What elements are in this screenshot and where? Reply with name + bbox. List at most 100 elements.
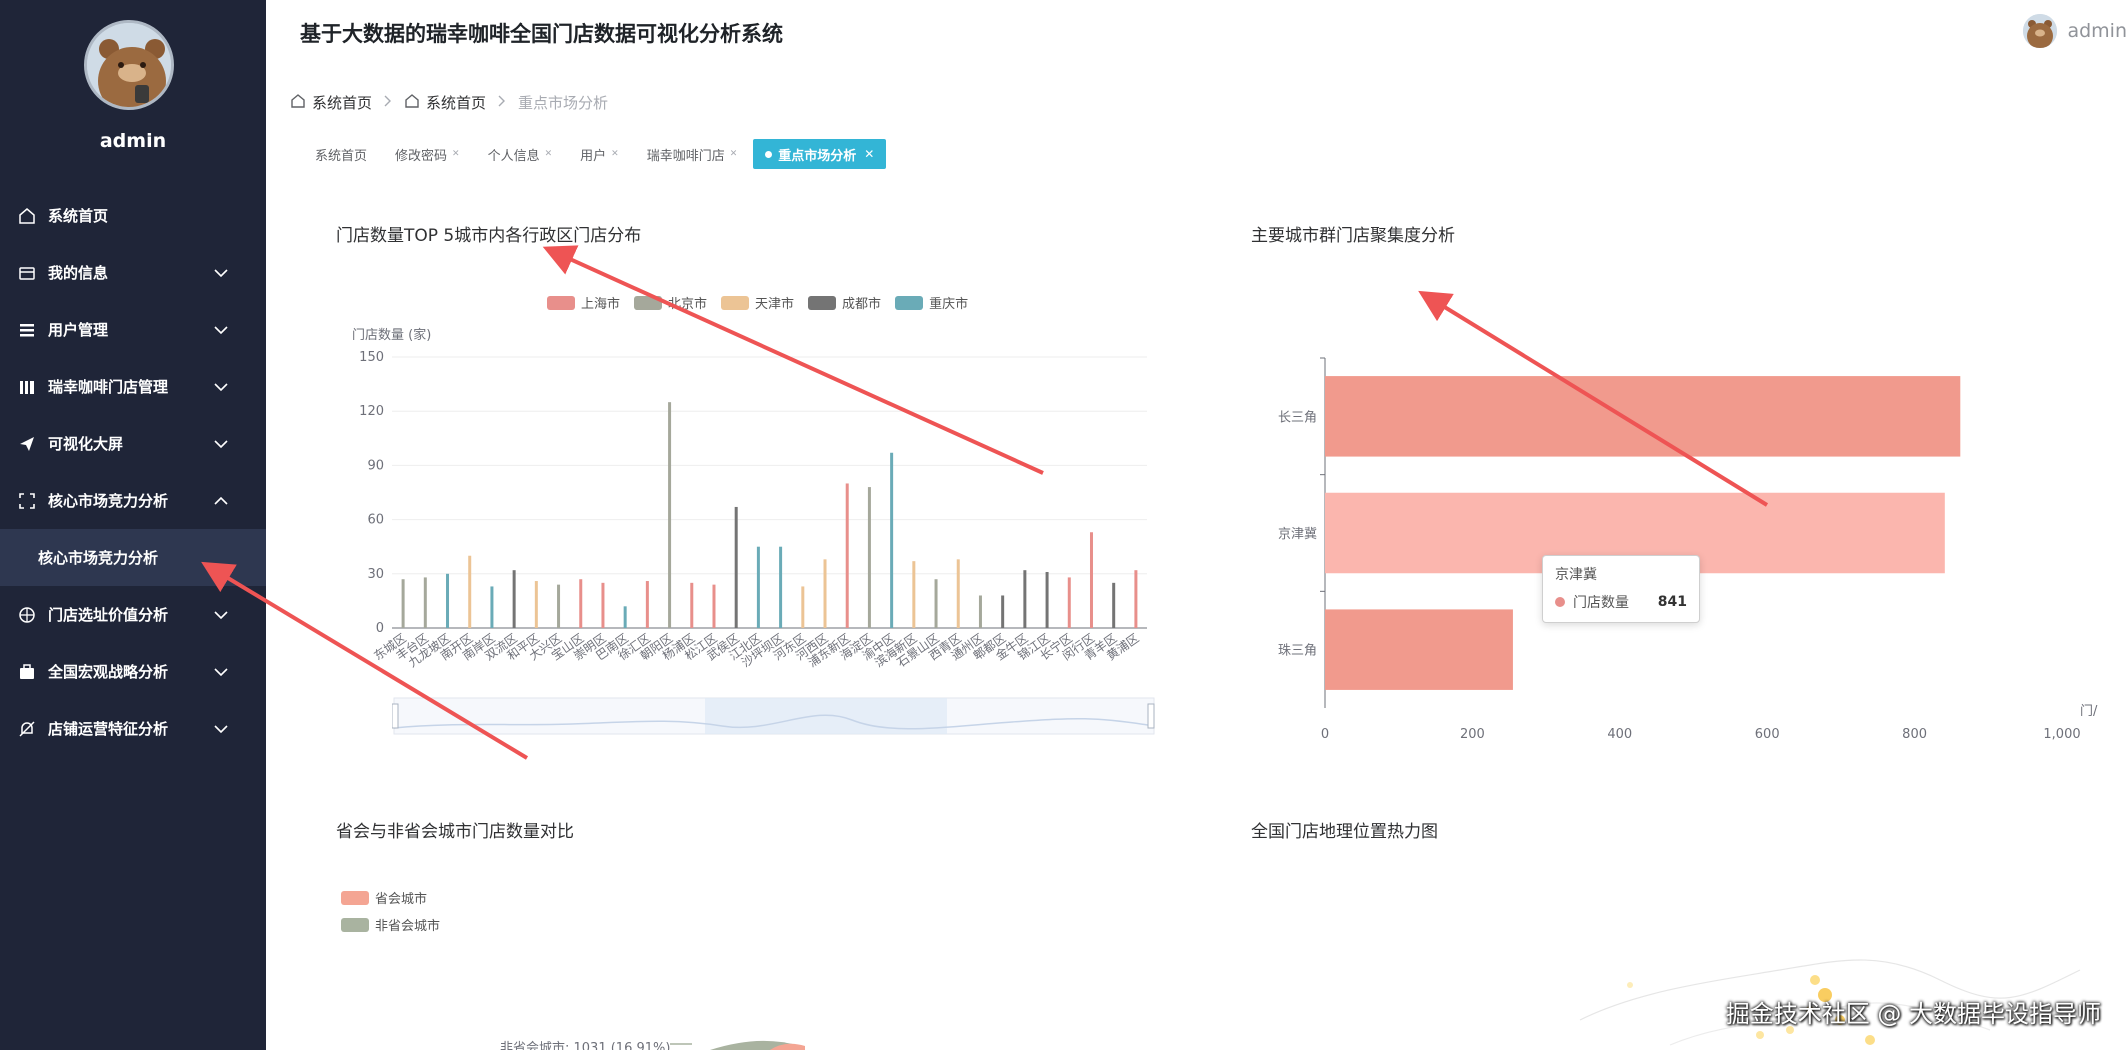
bar (934, 579, 938, 628)
chart1-y-axis-name: 门店数量 (家) (352, 328, 432, 343)
tab-label: 系统首页 (315, 148, 368, 164)
legend-label: 北京市 (668, 297, 708, 312)
heatmap-map[interactable] (1520, 910, 2100, 1050)
legend-item-capital[interactable]: 省会城市 (341, 884, 440, 911)
sidebar-item-store-management[interactable]: 瑞幸咖啡门店管理 (0, 358, 266, 415)
tab-change-password[interactable]: 修改密码 ✕ (383, 139, 472, 169)
list-icon (16, 319, 38, 341)
legend-item-shanghai[interactable]: 上海市 (547, 293, 620, 312)
breadcrumb-item[interactable]: 系统首页 (404, 92, 486, 113)
legend-item-chongqing[interactable]: 重庆市 (895, 293, 968, 312)
sidebar-item-core-market[interactable]: 核心市场竞力分析 (0, 472, 266, 529)
sidebar-username: admin (99, 130, 167, 152)
x-tick-label: 东城区 (371, 631, 409, 663)
legend-swatch (895, 295, 924, 310)
tab-key-market[interactable]: 重点市场分析 ✕ (753, 139, 887, 169)
sidebar-item-label: 全国宏观战略分析 (48, 663, 169, 681)
datazoom-handle-right[interactable] (1147, 703, 1155, 729)
tab-label: 个人信息 (487, 148, 540, 164)
breadcrumb-item[interactable]: 系统首页 (290, 92, 372, 113)
legend-label: 上海市 (581, 297, 621, 312)
pie-chart[interactable] (670, 1030, 870, 1050)
x-tick-label: 黄浦区 (1104, 631, 1142, 663)
page-title: 基于大数据的瑞幸咖啡全国门店数据可视化分析系统 (300, 22, 783, 46)
chart1-datazoom-slider[interactable] (392, 696, 1172, 740)
sidebar-item-home[interactable]: 系统首页 (0, 187, 266, 244)
bar (823, 559, 827, 628)
sidebar-item-label: 瑞幸咖啡门店管理 (48, 378, 169, 396)
bar (978, 595, 982, 628)
chevron-down-icon (214, 378, 228, 396)
sidebar-item-user-management[interactable]: 用户管理 (0, 301, 266, 358)
x-tick-label: 河西区 (793, 631, 831, 663)
breadcrumb: 系统首页 系统首页 重点市场分析 (290, 92, 608, 113)
x-tick-label: 石景山区 (894, 631, 941, 670)
tab-label: 修改密码 (395, 148, 448, 164)
tooltip-series: 门店数量 (1573, 595, 1629, 611)
breadcrumb-item-current: 重点市场分析 (518, 92, 608, 113)
library-icon (16, 376, 38, 398)
sidebar-item-macro-strategy[interactable]: 全国宏观战略分析 (0, 643, 266, 700)
sidebar-item-label: 店铺运营特征分析 (48, 720, 169, 738)
sidebar-item-dashboard[interactable]: 可视化大屏 (0, 415, 266, 472)
sidebar-subitem-core-market[interactable]: 核心市场竞力分析 (0, 529, 266, 586)
sidebar-item-store-operation[interactable]: 店铺运营特征分析 (0, 700, 266, 757)
x-tick-label: 200 (1460, 727, 1485, 742)
sidebar-item-label: 门店选址价值分析 (48, 606, 169, 624)
sidebar-item-my-info[interactable]: 我的信息 (0, 244, 266, 301)
legend-item-chengdu[interactable]: 成都市 (808, 293, 881, 312)
x-tick-label: 海淀区 (837, 630, 875, 663)
legend-swatch (634, 295, 663, 310)
bar (579, 579, 583, 628)
x-tick-label: 郫都区 (970, 630, 1008, 663)
bar (1023, 570, 1027, 628)
top-user-menu[interactable]: admin (2023, 14, 2127, 48)
legend-item-non-capital[interactable]: 非省会城市 (341, 911, 440, 938)
bar (690, 582, 694, 628)
avatar[interactable] (84, 20, 174, 110)
bar (423, 577, 427, 628)
x-tick-label: 徐汇区 (615, 630, 653, 663)
x-tick-label: 杨浦区 (659, 630, 697, 663)
tab-home[interactable]: 系统首页 (303, 139, 379, 169)
bar (712, 584, 716, 628)
sidebar-item-label: 可视化大屏 (48, 435, 124, 453)
crop-icon (16, 490, 38, 512)
x-tick-label: 大兴区 (527, 631, 565, 663)
close-icon[interactable]: ✕ (545, 149, 553, 159)
x-tick-label: 沙坪坝区 (739, 631, 786, 670)
close-icon[interactable]: ✕ (730, 149, 738, 159)
bell-off-icon (16, 718, 38, 740)
sidebar-item-site-selection[interactable]: 门店选址价值分析 (0, 586, 266, 643)
bar (1089, 532, 1093, 628)
bar (401, 579, 405, 628)
heatmap-point (1756, 1031, 1764, 1039)
send-icon (16, 433, 38, 455)
close-icon[interactable]: ✕ (611, 149, 619, 159)
x-tick-label: 崇明区 (571, 631, 609, 663)
chevron-up-icon (214, 492, 228, 510)
bar (1325, 609, 1513, 690)
avatar[interactable] (2023, 14, 2058, 48)
sidebar-item-label: 系统首页 (48, 207, 109, 225)
annotation-arrow (542, 245, 1044, 475)
tab-users[interactable]: 用户 ✕ (568, 139, 631, 169)
close-icon[interactable]: ✕ (864, 147, 874, 161)
bar (756, 546, 760, 628)
bar (1067, 577, 1071, 628)
panel-title-city-cluster: 主要城市群门店聚集度分析 (1251, 226, 1455, 246)
tab-stores[interactable]: 瑞幸咖啡门店 ✕ (635, 139, 750, 169)
panel-title-capital-comparison: 省会与非省会城市门店数量对比 (336, 822, 574, 842)
chevron-down-icon (214, 663, 228, 681)
bar (468, 555, 472, 628)
x-tick-label: 青羊区 (1081, 630, 1119, 663)
tab-personal-info[interactable]: 个人信息 ✕ (476, 139, 565, 169)
close-icon[interactable]: ✕ (452, 149, 460, 159)
legend-item-beijing[interactable]: 北京市 (634, 293, 707, 312)
legend-item-tianjin[interactable]: 天津市 (721, 293, 794, 312)
datazoom-handle-left[interactable] (392, 703, 399, 729)
panel-title-district-distribution: 门店数量TOP 5城市内各行政区门店分布 (336, 226, 642, 246)
heatmap-point (1627, 982, 1633, 988)
legend-swatch (808, 295, 837, 310)
sidebar-subitem-label: 核心市场竞力分析 (38, 549, 159, 567)
